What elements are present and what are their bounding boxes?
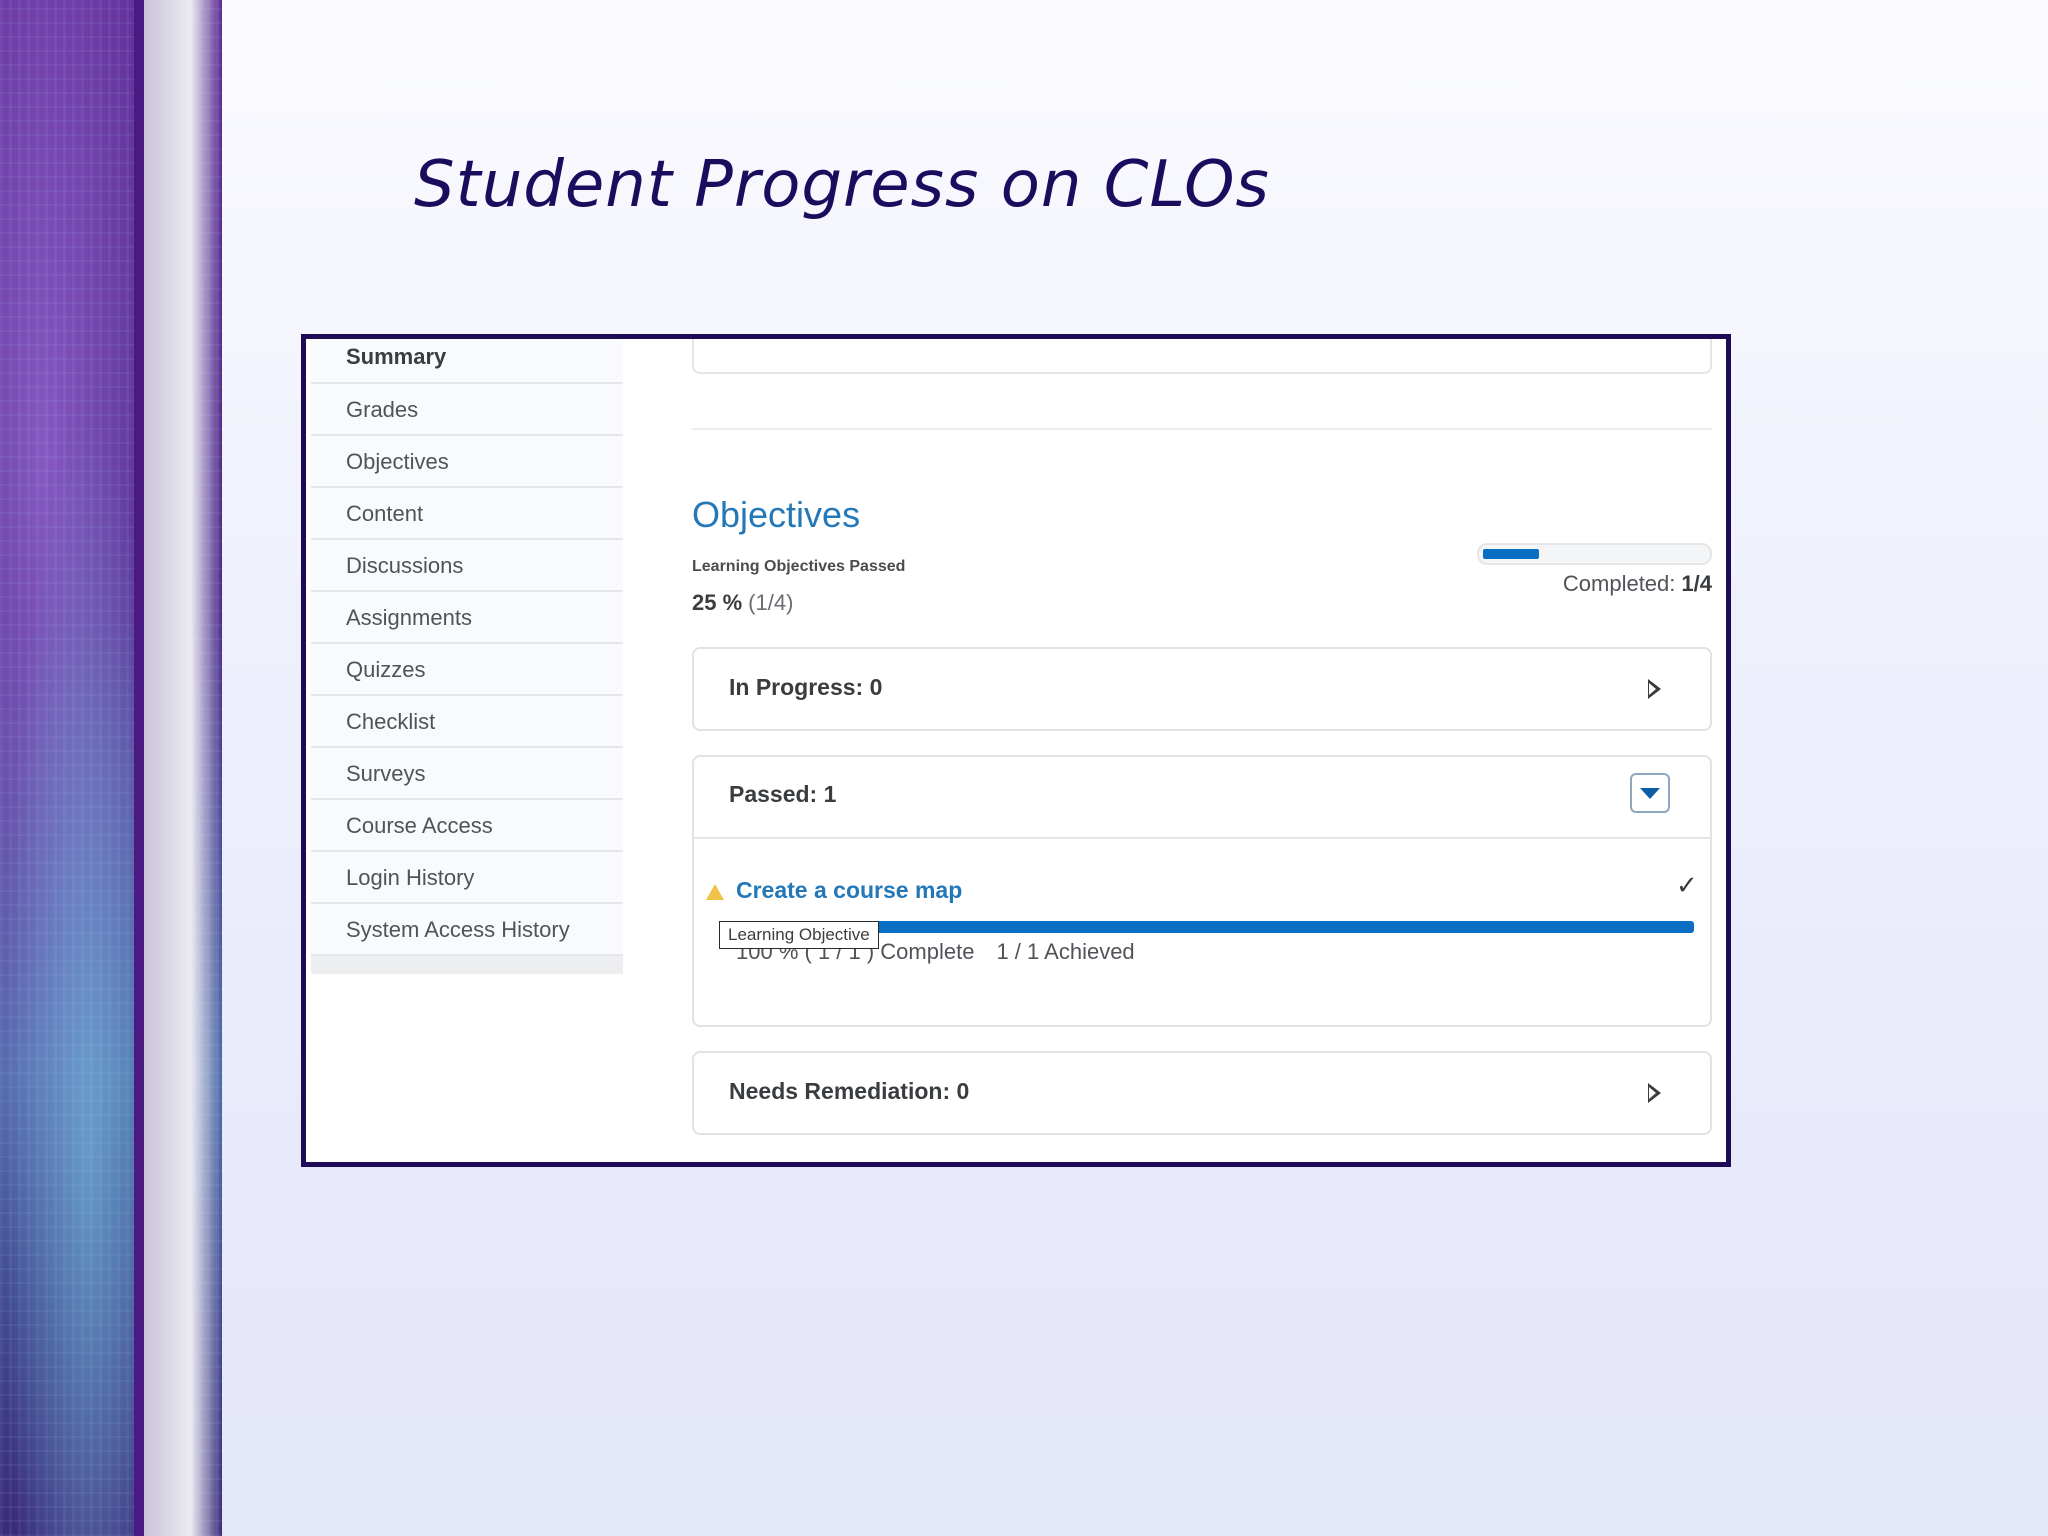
warning-triangle-icon	[706, 884, 724, 900]
completion-value: 1/4	[1681, 571, 1712, 596]
completion-progress-bar	[1477, 543, 1712, 565]
sidebar-item-course-access[interactable]: Course Access	[311, 800, 623, 852]
needs-remediation-title: Needs Remediation: 0	[729, 1078, 970, 1104]
sidebar-item-discussions[interactable]: Discussions	[311, 540, 623, 592]
objective-link[interactable]: Create a course map	[736, 877, 962, 904]
triangle-right-icon[interactable]	[1648, 1083, 1661, 1103]
sidebar-item-summary[interactable]: Summary	[311, 339, 623, 384]
needs-remediation-section[interactable]: Needs Remediation: 0	[692, 1051, 1712, 1135]
sidebar-item-system-access-history[interactable]: System Access History	[311, 904, 623, 956]
objectives-subheading: Learning Objectives Passed	[692, 558, 906, 575]
objectives-heading: Objectives	[692, 494, 861, 535]
objective-progress-fill	[736, 921, 1694, 933]
percent-fraction: (1/4)	[748, 590, 794, 615]
sidebar-footer	[311, 956, 623, 974]
passed-title: Passed: 1	[729, 781, 837, 807]
screenshot-frame: Summary Grades Objectives Content Discus…	[301, 334, 1731, 1167]
completion-text: Completed: 1/4	[1563, 571, 1712, 597]
sidebar-item-assignments[interactable]: Assignments	[311, 592, 623, 644]
triangle-right-icon[interactable]	[1648, 679, 1661, 699]
passed-section: Passed: 1 Create a course map ✓ 100 % ( …	[692, 755, 1712, 1027]
objective-progress-bar	[736, 921, 1694, 933]
sidebar-item-grades[interactable]: Grades	[311, 384, 623, 436]
objective-achieved-text: 1 / 1 Achieved	[996, 939, 1135, 964]
section-divider	[694, 837, 1710, 839]
section-divider	[692, 428, 1712, 430]
checkmark-icon: ✓	[1676, 870, 1698, 900]
sidebar-item-login-history[interactable]: Login History	[311, 852, 623, 904]
sidebar-item-content[interactable]: Content	[311, 488, 623, 540]
sidebar: Summary Grades Objectives Content Discus…	[311, 339, 623, 974]
in-progress-title: In Progress: 0	[729, 674, 883, 700]
sidebar-item-quizzes[interactable]: Quizzes	[311, 644, 623, 696]
objectives-percent: 25 % (1/4)	[692, 590, 793, 616]
side-band-shadow	[144, 0, 222, 1536]
sidebar-item-checklist[interactable]: Checklist	[311, 696, 623, 748]
previous-section-card	[692, 339, 1712, 374]
sidebar-item-surveys[interactable]: Surveys	[311, 748, 623, 800]
in-progress-section[interactable]: In Progress: 0	[692, 647, 1712, 731]
completion-label: Completed:	[1562, 571, 1676, 596]
percent-value: 25 %	[692, 590, 743, 615]
completion-progress-fill	[1483, 549, 1539, 559]
collapse-button[interactable]	[1630, 773, 1670, 813]
objective-tooltip: Learning Objective	[719, 921, 879, 949]
triangle-down-icon	[1640, 788, 1660, 799]
sidebar-item-objectives[interactable]: Objectives	[311, 436, 623, 488]
slide-title: Student Progress on CLOs	[414, 148, 1270, 222]
